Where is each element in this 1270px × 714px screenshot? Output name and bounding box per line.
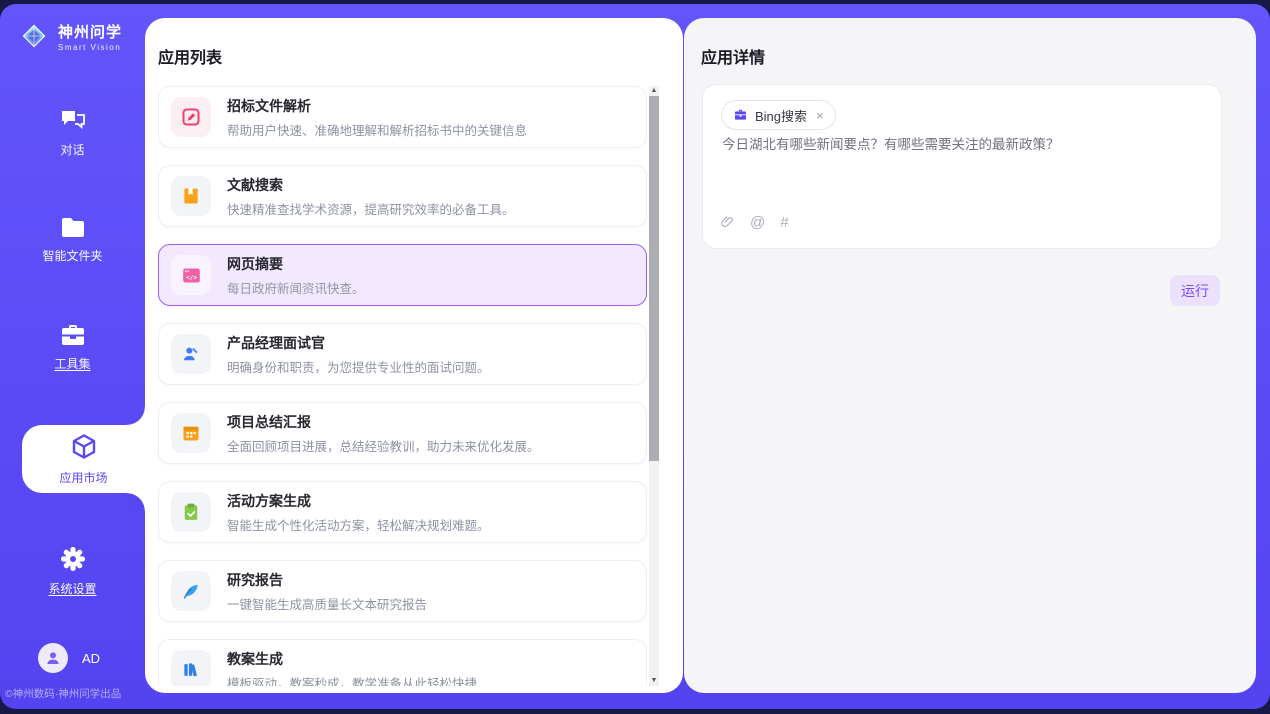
brand-subtitle: Smart Vision [58,43,122,52]
interviewer-icon [171,334,211,374]
app-name: 项目总结汇报 [227,412,540,432]
user-name: AD [82,651,100,666]
query-card[interactable]: Bing搜索 × 今日湖北有哪些新闻要点？有哪些需要关注的最新政策？ @ # [702,84,1222,249]
app-list-title: 应用列表 [158,44,222,68]
tab-fillet-bottom [127,493,145,511]
app-list-panel: 应用列表 招标文件解析 帮助用户快速、准确地理解和解析招标书中的关键信息 [145,18,683,693]
sidebar-item-toolset[interactable]: 工具集 [0,318,145,376]
app-card-project-summary[interactable]: 项目总结汇报 全面回顾项目进展，总结经验教训，助力未来优化发展。 [158,402,647,464]
svg-text:</>: </> [185,274,196,281]
user-account[interactable]: AD [0,643,145,673]
query-text[interactable]: 今日湖北有哪些新闻要点？有哪些需要关注的最新政策？ [722,135,1203,155]
cube-icon [69,432,99,462]
hash-icon[interactable]: # [780,215,788,231]
tool-tag-bing-search[interactable]: Bing搜索 × [721,100,836,130]
app-name: 研究报告 [227,570,427,590]
at-icon[interactable]: @ [750,215,765,231]
copyright-text: ©神州数码·神州问学出品 [5,686,121,701]
app-name: 活动方案生成 [227,491,490,511]
briefcase-icon [733,108,748,122]
app-card-web-summary[interactable]: </> 网页摘要 每日政府新闻资讯快查。 [158,244,647,306]
clipboard-check-icon [171,492,211,532]
scroll-up-icon[interactable]: ▲ [649,86,659,96]
gear-icon [59,545,87,573]
app-detail-panel: 应用详情 Bing搜索 × 今日湖北有哪些新闻要点？有哪些需要关注的最新政策？ [684,18,1256,693]
app-desc: 每日政府新闻资讯快查。 [227,278,365,297]
app-name: 网页摘要 [227,254,365,274]
app-card-lesson-plan[interactable]: 教案生成 模板驱动，教案秒成，教学准备从此轻松快捷 [158,639,647,686]
sidebar-nav: 对话 智能文件夹 工具集 [0,104,145,649]
paperclip-icon[interactable] [720,214,735,231]
app-card-research-report[interactable]: 研究报告 一键智能生成高质量长文本研究报告 [158,560,647,622]
sidebar-item-smart-folder[interactable]: 智能文件夹 [0,211,145,269]
tab-fillet-top [127,407,145,425]
app-name: 产品经理面试官 [227,333,490,353]
run-button[interactable]: 运行 [1170,275,1220,306]
book-icon [171,176,211,216]
sidebar-item-settings[interactable]: 系统设置 [0,542,145,600]
app-desc: 快速精准查找学术资源，提高研究效率的必备工具。 [227,199,515,218]
toolbox-icon [59,322,87,348]
app-desc: 明确身份和职责，为您提供专业性的面试问题。 [227,357,490,376]
folder-icon [59,216,87,240]
app-name: 文献搜索 [227,175,515,195]
diamond-logo-icon [18,20,50,52]
sidebar: 神州问学 Smart Vision 对话 [0,4,145,709]
app-desc: 模板驱动，教案秒成，教学准备从此轻松快捷 [227,673,477,687]
app-window: 神州问学 Smart Vision 对话 [0,4,1270,709]
scrollbar-thumb[interactable] [649,96,659,461]
browser-code-icon: </> [171,255,211,295]
sidebar-item-label: 对话 [60,141,84,158]
app-desc: 全面回顾项目进展，总结经验教训，助力未来优化发展。 [227,436,540,455]
app-name: 教案生成 [227,649,477,669]
tool-tag-label: Bing搜索 [755,106,807,125]
books-icon [171,650,211,686]
app-desc: 帮助用户快速、准确地理解和解析招标书中的关键信息 [227,120,527,139]
sidebar-item-app-market[interactable]: 应用市场 [22,425,145,493]
sidebar-item-label: 应用市场 [59,469,107,486]
avatar [38,643,68,673]
app-detail-title: 应用详情 [701,44,765,68]
main-area: 应用列表 招标文件解析 帮助用户快速、准确地理解和解析招标书中的关键信息 [145,18,1256,693]
app-name: 招标文件解析 [227,96,527,116]
app-list: 招标文件解析 帮助用户快速、准确地理解和解析招标书中的关键信息 文献搜索 快速精… [158,86,647,686]
chat-bubbles-icon [59,108,87,134]
app-card-literature-search[interactable]: 文献搜索 快速精准查找学术资源，提高研究效率的必备工具。 [158,165,647,227]
close-icon[interactable]: × [816,108,824,123]
scroll-down-icon[interactable]: ▼ [649,676,659,686]
sidebar-item-label: 系统设置 [48,580,96,597]
pen-square-icon [171,97,211,137]
app-card-event-plan[interactable]: 活动方案生成 智能生成个性化活动方案，轻松解决规划难题。 [158,481,647,543]
sidebar-item-label: 智能文件夹 [42,247,102,264]
app-list-scrollbar[interactable]: ▲ ▼ [649,86,659,686]
app-desc: 一键智能生成高质量长文本研究报告 [227,594,427,613]
quill-icon [171,571,211,611]
app-desc: 智能生成个性化活动方案，轻松解决规划难题。 [227,515,490,534]
attachment-toolbar: @ # [720,214,789,231]
brand-title: 神州问学 [58,21,122,42]
app-card-pm-interviewer[interactable]: 产品经理面试官 明确身份和职责，为您提供专业性的面试问题。 [158,323,647,385]
sidebar-item-label: 工具集 [54,355,90,372]
brand-logo: 神州问学 Smart Vision [0,4,145,52]
sidebar-item-chat[interactable]: 对话 [0,104,145,162]
calendar-icon [171,413,211,453]
app-card-bid-analysis[interactable]: 招标文件解析 帮助用户快速、准确地理解和解析招标书中的关键信息 [158,86,647,148]
